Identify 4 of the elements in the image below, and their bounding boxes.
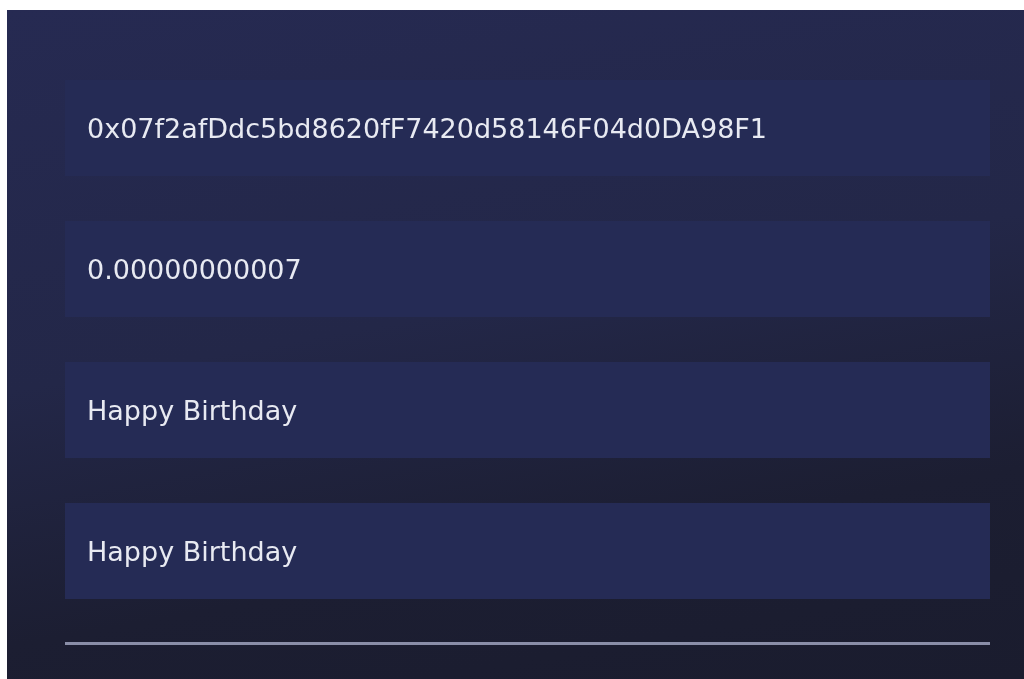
input-field[interactable]: Happy Birthday — [65, 362, 990, 458]
input-field[interactable]: Happy Birthday — [65, 503, 990, 599]
input-field[interactable]: 0.00000000007 — [65, 221, 990, 317]
input-field[interactable]: 0x07f2afDdc5bd8620fF7420d58146F04d0DA98F1 — [65, 80, 990, 176]
